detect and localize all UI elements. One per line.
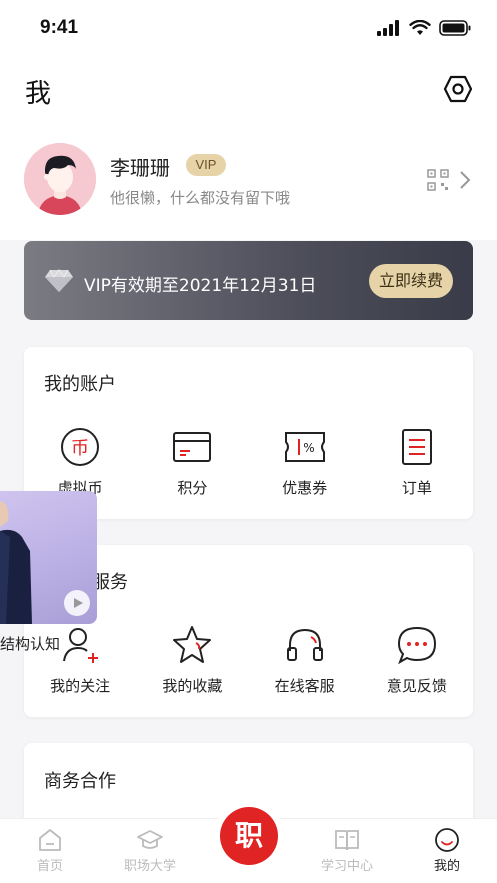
status-time: 9:41 <box>40 17 79 38</box>
vip-card: VIP有效期至2021年12月31日 立即续费 <box>24 241 473 320</box>
svg-text:%: % <box>303 441 314 455</box>
service-item-feedback[interactable]: 意见反馈 <box>361 623 473 703</box>
coin-icon: 币 <box>61 428 100 466</box>
play-button[interactable] <box>64 590 90 616</box>
profile-icon <box>435 828 459 852</box>
account-item-points[interactable]: 积分 <box>136 425 248 505</box>
service-item-support[interactable]: 在线客服 <box>249 623 361 703</box>
profile-section[interactable]: 李珊珊 VIP 他很懒，什么都没有留下哦 <box>0 120 497 240</box>
status-icons <box>377 20 471 36</box>
tab-home[interactable]: 首页 <box>5 819 95 874</box>
book-icon <box>335 830 359 851</box>
service-label: 我的关注 <box>50 677 111 695</box>
tab-label: 首页 <box>36 859 63 874</box>
star-icon <box>173 626 212 663</box>
tab-career-university[interactable]: 职场大学 <box>105 819 195 874</box>
avatar-illustration <box>24 143 96 215</box>
account-title: 我的账户 <box>44 374 116 395</box>
home-icon <box>39 829 61 851</box>
qr-code-icon[interactable] <box>427 169 449 191</box>
chevron-right-icon[interactable] <box>459 170 471 190</box>
play-icon <box>74 598 83 608</box>
wifi-icon <box>409 20 431 35</box>
floating-video[interactable] <box>0 491 97 624</box>
tab-label: 职场大学 <box>123 859 176 874</box>
feedback-icon <box>397 626 436 665</box>
status-bar: 9:41 <box>0 0 497 56</box>
user-bio: 他很懒，什么都没有留下哦 <box>110 189 291 207</box>
tab-label: 学习中心 <box>320 859 373 874</box>
account-item-order[interactable]: 订单 <box>361 425 473 505</box>
avatar[interactable] <box>24 143 96 215</box>
tab-bar: 首页 职场大学 职 学习中心 我的 <box>0 807 497 883</box>
vip-badge: VIP <box>186 154 226 176</box>
service-label: 意见反馈 <box>386 677 447 695</box>
user-name: 李珊珊 <box>110 156 170 180</box>
vip-expiry-text: VIP有效期至2021年12月31日 <box>84 276 317 296</box>
signal-icon <box>377 20 399 36</box>
page-title: 我 <box>25 79 52 109</box>
tab-learning-center[interactable]: 学习中心 <box>302 819 392 874</box>
settings-icon[interactable] <box>443 74 473 104</box>
service-label: 我的收藏 <box>162 677 223 695</box>
floating-video-caption: 结构认知 <box>0 635 61 653</box>
services-grid: 我的关注 我的收藏 在线客服 意见反馈 <box>24 623 473 703</box>
svg-text:币: 币 <box>71 438 89 459</box>
battery-icon <box>439 20 471 36</box>
header: 我 <box>0 56 497 120</box>
account-label: 订单 <box>401 479 432 497</box>
headset-icon <box>286 628 323 661</box>
account-label: 积分 <box>177 479 208 497</box>
order-icon <box>401 429 432 465</box>
tab-label: 我的 <box>433 859 460 874</box>
tab-mine[interactable]: 我的 <box>402 819 492 874</box>
center-button[interactable]: 职 <box>220 807 278 865</box>
business-title: 商务合作 <box>44 771 116 792</box>
account-label: 优惠券 <box>282 479 328 497</box>
renew-button[interactable]: 立即续费 <box>369 264 453 298</box>
account-item-coupon[interactable]: % 优惠券 <box>249 425 361 505</box>
service-item-favorites[interactable]: 我的收藏 <box>136 623 248 703</box>
graduation-icon <box>137 830 163 849</box>
service-label: 在线客服 <box>274 677 335 695</box>
card-icon <box>173 432 212 462</box>
coupon-icon: % <box>284 432 325 462</box>
diamond-icon <box>45 269 73 292</box>
services-title: 服务 <box>92 572 128 593</box>
